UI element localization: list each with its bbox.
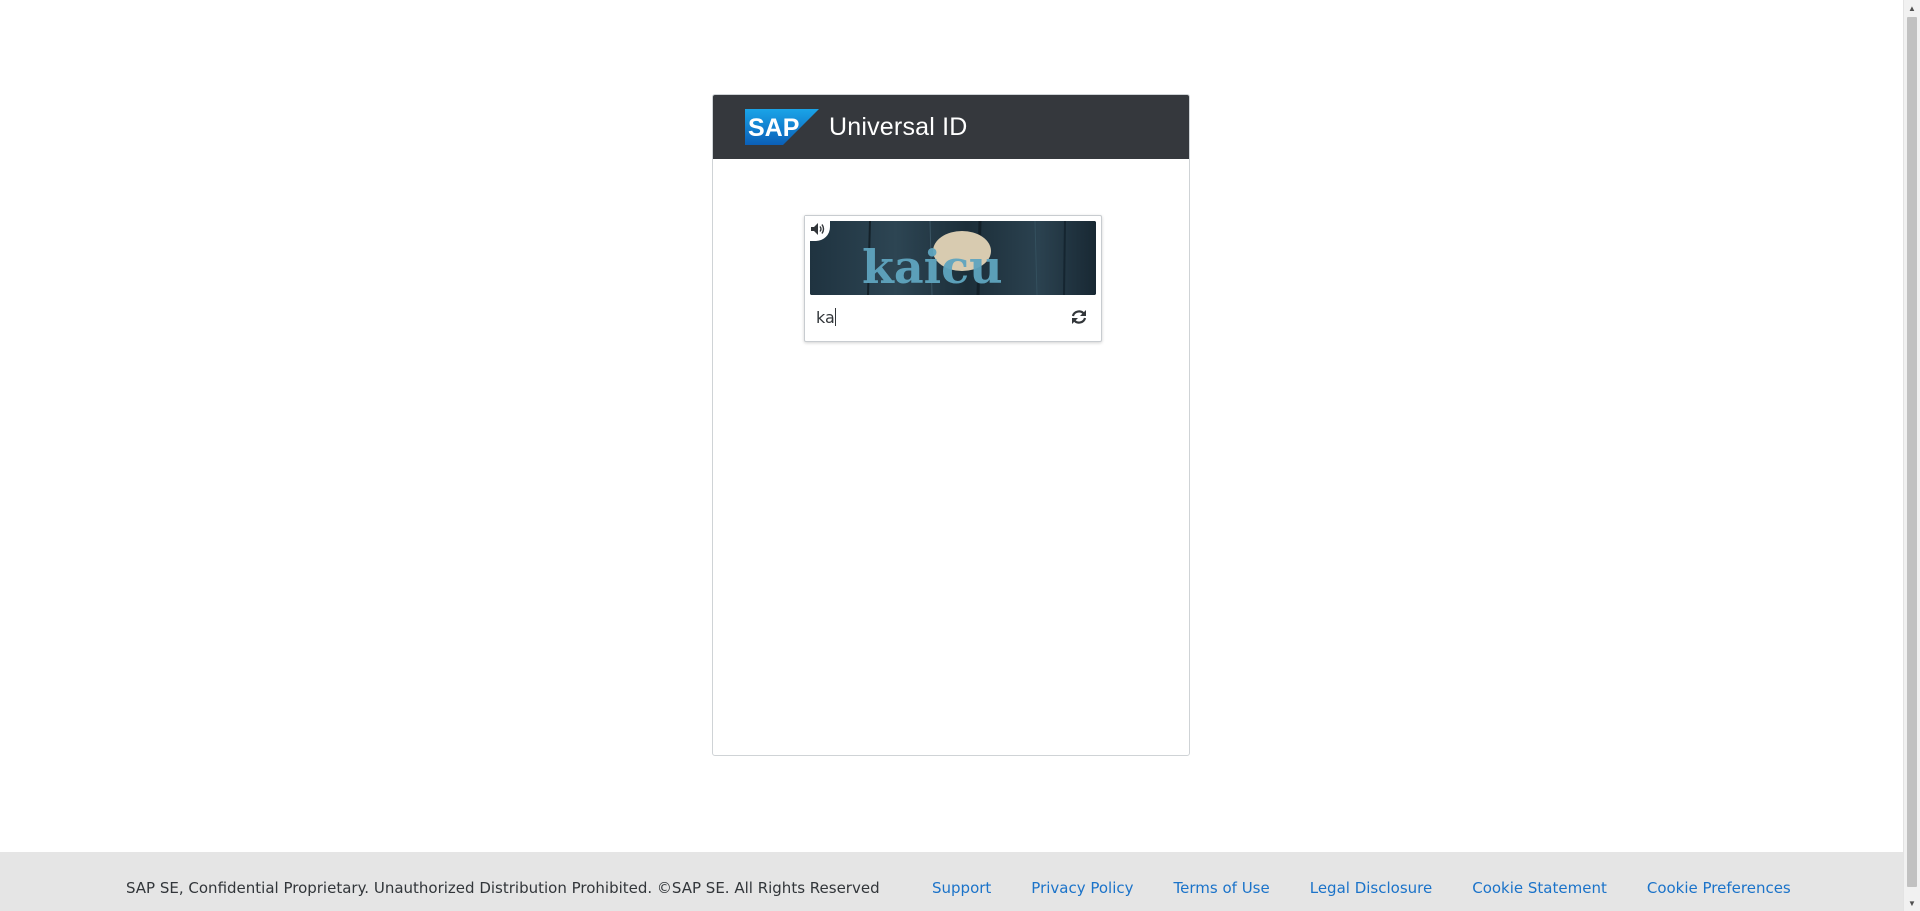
captcha-picture: kaicu xyxy=(810,221,1096,295)
scroll-up-arrow-icon[interactable]: ▲ xyxy=(1904,0,1920,16)
footer-copyright: SAP SE, Confidential Proprietary. Unauth… xyxy=(126,879,880,897)
sap-logo-text: SAP xyxy=(748,114,799,142)
scroll-thumb[interactable] xyxy=(1907,17,1917,887)
cookie-preferences-link[interactable]: Cookie Preferences xyxy=(1647,879,1791,897)
cookie-statement-link[interactable]: Cookie Statement xyxy=(1472,879,1607,897)
sap-logo: SAP xyxy=(745,109,819,145)
legal-disclosure-link[interactable]: Legal Disclosure xyxy=(1310,879,1432,897)
captcha-widget: kaicu xyxy=(804,215,1102,342)
page: SAP Universal ID kaicu ka SAP SE, Confid… xyxy=(0,0,1920,911)
footer: SAP SE, Confidential Proprietary. Unauth… xyxy=(0,852,1903,911)
captcha-image: kaicu xyxy=(810,221,1096,295)
captcha-text: kaicu xyxy=(862,240,1003,294)
refresh-captcha-button[interactable] xyxy=(1069,307,1089,327)
card-header: SAP Universal ID xyxy=(713,95,1189,159)
text-caret xyxy=(835,308,836,326)
captcha-input[interactable] xyxy=(810,302,1072,332)
scroll-down-arrow-icon[interactable]: ▼ xyxy=(1904,895,1920,911)
refresh-icon xyxy=(1071,310,1087,324)
vertical-scrollbar[interactable]: ▲ ▼ xyxy=(1903,0,1920,911)
speaker-icon xyxy=(810,222,824,235)
privacy-policy-link[interactable]: Privacy Policy xyxy=(1031,879,1133,897)
product-title: Universal ID xyxy=(829,112,968,141)
login-card: SAP Universal ID kaicu ka xyxy=(712,94,1190,756)
support-link[interactable]: Support xyxy=(932,879,991,897)
footer-links: Support Privacy Policy Terms of Use Lega… xyxy=(932,879,1831,897)
terms-of-use-link[interactable]: Terms of Use xyxy=(1174,879,1270,897)
